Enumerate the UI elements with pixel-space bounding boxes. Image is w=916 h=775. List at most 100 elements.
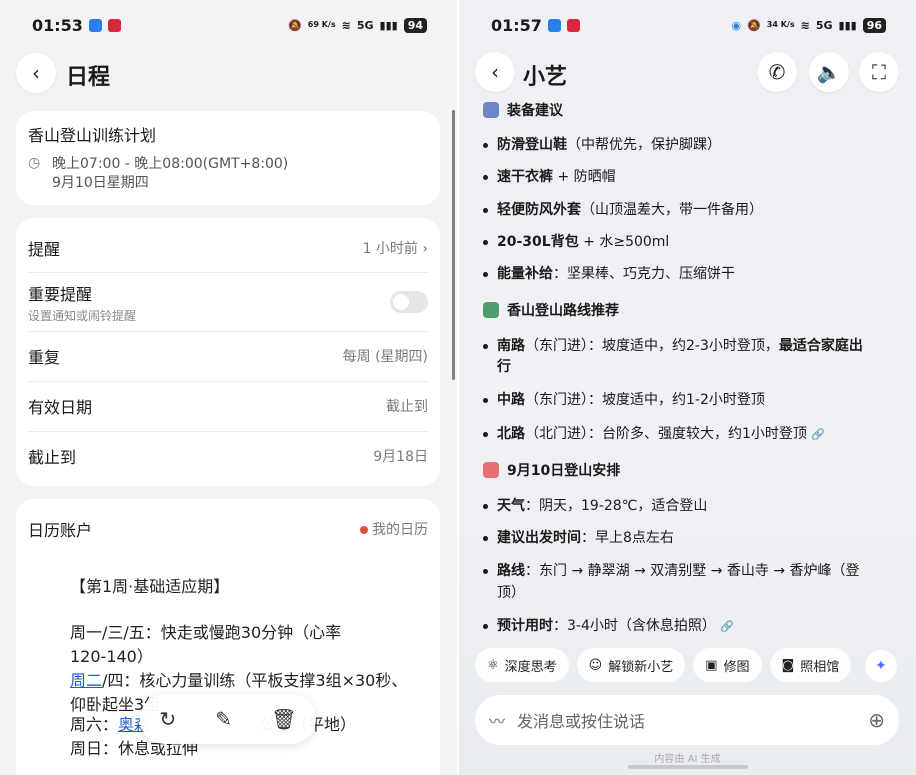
item-text: （山顶温差大，带一件备用） — [581, 202, 763, 218]
wifi-icon: ≋ — [341, 18, 351, 32]
item-text: （中帮优先，保护脚踝） — [567, 137, 721, 153]
section-title: 香山登山路线推荐 — [507, 303, 619, 319]
huawei-app-icon — [566, 18, 580, 32]
scan-corners-icon: ⛶ — [872, 60, 886, 84]
item-text: （北门进）：台阶多、强度较大，约1小时登顶 — [525, 426, 807, 442]
trash-icon[interactable]: 🗑 — [271, 707, 296, 731]
status-time: 01:53 — [32, 15, 83, 35]
list-item: 速干衣裤 + 防晒帽 — [483, 167, 903, 188]
link-icon[interactable]: 🔗 — [811, 428, 825, 441]
wifi-icon: ≋ — [800, 18, 810, 32]
status-bar: 01:53 🔕 69 K/s ≋ 5G ▮▮▮ 94 — [0, 0, 457, 50]
item-bold: 天气 — [497, 498, 525, 514]
until-row[interactable]: 截止到 9月18日 — [28, 444, 428, 468]
divider — [28, 431, 428, 432]
repeat-row[interactable]: 重复 每周 (星期四) — [28, 344, 428, 368]
backpack-icon — [483, 102, 499, 118]
divider — [28, 381, 428, 382]
list-item: 轻便防风外套（山顶温差大，带一件备用） — [483, 200, 903, 221]
link-icon[interactable]: 🔗 — [720, 620, 734, 633]
battery-level: 96 — [862, 17, 886, 33]
back-button[interactable]: ‹ — [475, 52, 515, 92]
item-bold: 防滑登山鞋 — [497, 137, 567, 153]
plan-line: 周一/三/五：快走或慢跑30分钟（心率 — [70, 623, 342, 642]
more-button[interactable]: ⛶ — [859, 52, 899, 92]
list-item: 天气：阴天，19-28℃，适合登山 — [483, 496, 903, 517]
plan-text: /四：核心力量训练（平板支撑3组×30秒、 — [102, 671, 408, 690]
signal-label: 5G — [356, 18, 374, 32]
until-value: 9月18日 — [373, 449, 428, 465]
event-card[interactable]: 香山登山训练计划 ◷ 晚上07:00 - 晚上08:00(GMT+8:00) 9… — [16, 111, 440, 205]
item-bold: 能量补给 — [497, 266, 553, 282]
list-item: 能量补给：坚果棒、巧克力、压缩饼干 — [483, 264, 903, 285]
sparkle-button[interactable]: ✦ — [865, 650, 897, 682]
item-text: ：早上8点左右 — [581, 530, 674, 546]
voice-wave-icon[interactable]: 〰 — [489, 708, 505, 732]
signal-icon: ▮▮▮ — [379, 18, 398, 32]
atom-icon: ⚛ — [487, 657, 499, 673]
message-input[interactable]: 发消息或按住说话 — [517, 708, 856, 732]
status-time: 01:57 — [491, 15, 542, 35]
chip-label: 照相馆 — [800, 659, 840, 675]
smile-icon: ☺ — [588, 657, 603, 673]
important-label: 重要提醒 — [28, 284, 93, 304]
edit-icon[interactable]: ✎ — [215, 707, 232, 731]
chip-label: 解锁新小艺 — [608, 659, 674, 675]
important-toggle[interactable] — [390, 291, 428, 313]
map-icon — [483, 302, 499, 318]
reminder-value: 1 小时前 — [362, 241, 418, 257]
item-bold: 南路 — [497, 338, 525, 354]
item-bold: 建议出发时间 — [497, 530, 581, 546]
back-button[interactable]: ‹ — [16, 53, 56, 93]
reminder-label: 提醒 — [28, 240, 61, 259]
valid-value: 截止到 — [386, 399, 428, 415]
item-text: （东门进）：坡度适中，约2-3小时登顶， — [525, 338, 779, 354]
calendar-color-dot — [359, 526, 368, 534]
speaker-button[interactable]: 🔈 — [809, 52, 849, 92]
repeat-label: 重复 — [28, 348, 61, 367]
floating-action-bar: ↻ ✎ 🗑 — [140, 694, 316, 744]
item-bold: 行 — [497, 359, 511, 375]
item-bold: 北路 — [497, 426, 525, 442]
list-item: 北路（北门进）：台阶多、强度较大，约1小时登顶 🔗 — [483, 424, 903, 445]
event-time: 晚上07:00 - 晚上08:00(GMT+8:00) — [52, 156, 289, 172]
item-text: ：3-4小时（含休息拍照） — [553, 618, 716, 634]
plan-link-tuesday[interactable]: 周二 — [70, 671, 102, 690]
item-bold: 轻便防风外套 — [497, 202, 581, 218]
event-title: 香山登山训练计划 — [28, 126, 157, 145]
voice-call-button[interactable]: ✆ — [757, 52, 797, 92]
divider — [28, 331, 428, 332]
routes-heading: 香山登山路线推荐 — [483, 300, 619, 320]
item-text: + 防晒帽 — [553, 169, 616, 185]
valid-date-row[interactable]: 有效日期 截止到 — [28, 394, 428, 418]
mute-icon: 🔕 — [747, 18, 761, 32]
message-input-bar[interactable]: 〰 发消息或按住说话 ⊕ — [475, 695, 899, 745]
item-text: ：坚果棒、巧克力、压缩饼干 — [553, 266, 735, 282]
share-icon[interactable]: ↻ — [160, 707, 177, 731]
section-title: 9月10日登山安排 — [507, 463, 621, 479]
repeat-value: 每周 (星期四) — [342, 349, 428, 365]
chip-photo-studio[interactable]: ◙ 照相馆 — [769, 648, 852, 682]
chip-deep-think[interactable]: ⚛ 深度思考 — [475, 648, 569, 682]
location-icon: ◉ — [731, 18, 742, 32]
calendar-account-row[interactable]: 日历账户 我的日历 — [28, 517, 428, 541]
ai-disclaimer: 内容由 AI 生成 — [654, 754, 721, 765]
weather-app-icon — [547, 18, 561, 32]
chip-unlock[interactable]: ☺ 解锁新小艺 — [576, 648, 686, 682]
list-item: 路线：东门 → 静翠湖 → 双清别墅 → 香山寺 → 香炉峰（登 — [483, 561, 903, 582]
list-item: 南路（东门进）：坡度适中，约2-3小时登顶，最适合家庭出 — [483, 336, 903, 357]
plan-heading: 【第1周·基础适应期】 — [70, 577, 230, 596]
plus-icon[interactable]: ⊕ — [868, 708, 885, 732]
section-title: 装备建议 — [507, 103, 563, 119]
list-item: 中路（东门进）：坡度适中，约1-2小时登顶 — [483, 390, 903, 411]
scrollbar[interactable] — [452, 110, 455, 380]
camera-icon: ◙ — [781, 657, 795, 673]
suggestion-chips: ⚛ 深度思考 ☺ 解锁新小艺 ▣ 修图 ◙ 照相馆 — [475, 648, 852, 682]
reminder-row[interactable]: 提醒 1 小时前 › — [28, 236, 428, 260]
net-speed: 34 K/s — [766, 20, 795, 29]
plan-line: 120-140） — [70, 647, 153, 666]
item-bold: 20-30L背包 — [497, 234, 579, 250]
chip-label: 深度思考 — [504, 659, 557, 675]
item-text: ：东门 → 静翠湖 → 双清别墅 → 香山寺 → 香炉峰（登 — [525, 563, 860, 579]
chip-edit-image[interactable]: ▣ 修图 — [693, 648, 762, 682]
